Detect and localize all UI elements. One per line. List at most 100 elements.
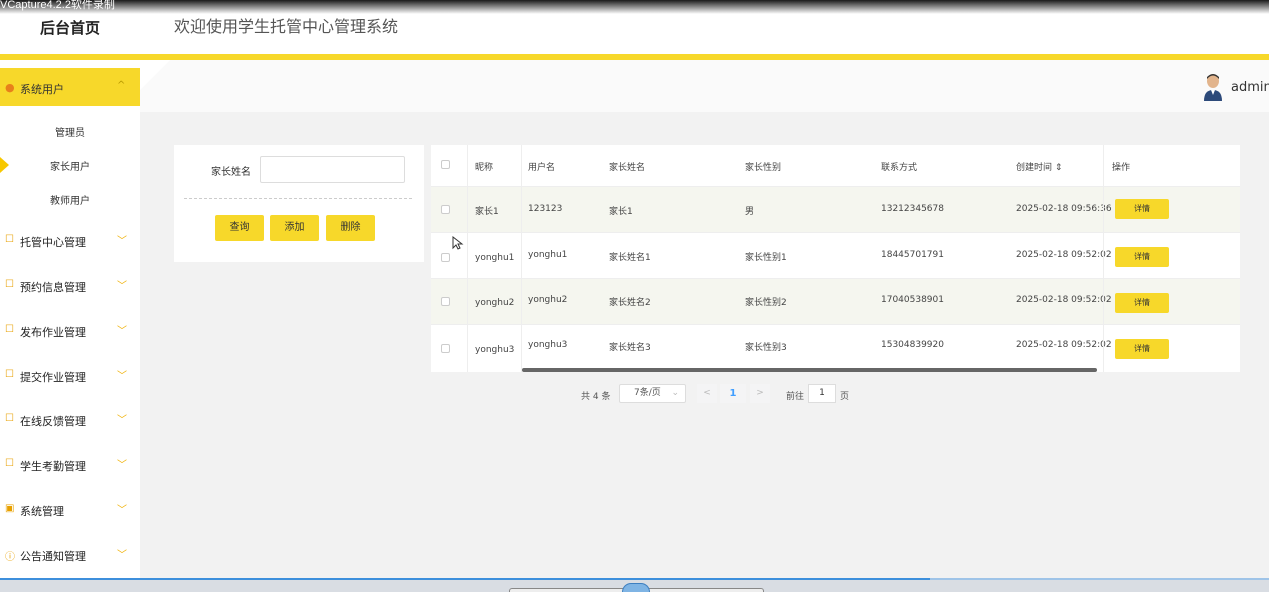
folder-icon: ☐	[5, 458, 14, 469]
add-button[interactable]: 添加	[270, 215, 319, 241]
avatar[interactable]	[1203, 73, 1223, 101]
chevron-down-icon: ⌄	[671, 388, 679, 398]
pager-total: 共 4 条	[581, 392, 611, 402]
chevron-down-icon: ﹀	[117, 460, 127, 471]
table-cell: 13212345678	[881, 204, 944, 214]
sortable-column-header[interactable]: 创建时间 ⇕	[1016, 160, 1062, 173]
taskbar-circle-icon[interactable]	[622, 583, 650, 592]
table-cell: yonghu1	[475, 253, 515, 263]
user-icon: ●	[5, 81, 15, 94]
detail-button[interactable]: 详情	[1115, 247, 1169, 267]
sidebar-item-submit-homework[interactable]: ☐ 提交作业管理 ﹀	[0, 361, 140, 391]
table-cell: 123123	[528, 204, 563, 214]
column-divider	[1103, 145, 1104, 372]
folder-icon: ☐	[5, 234, 14, 245]
detail-button[interactable]: 详情	[1115, 339, 1169, 359]
table-cell: 2025-02-18 09:52:02	[1016, 340, 1112, 350]
table-cell: 家长姓名3	[609, 343, 651, 353]
table-row[interactable]: 家长1 123123 家长1 男 13212345678 2025-02-18 …	[431, 186, 1240, 232]
chevron-down-icon: ﹀	[117, 505, 127, 516]
table-row[interactable]: yonghu2 yonghu2 家长姓名2 家长性别2 17040538901 …	[431, 278, 1240, 324]
row-checkbox[interactable]	[441, 344, 450, 353]
parent-name-input[interactable]	[260, 156, 405, 183]
delete-button[interactable]: 删除	[326, 215, 375, 241]
table-cell: 2025-02-18 09:56:36	[1016, 204, 1112, 214]
image-icon: ▣	[5, 503, 15, 514]
chevron-down-icon: ﹀	[117, 326, 127, 337]
collapse-toggle-icon[interactable]	[140, 60, 170, 90]
page-title: 欢迎使用学生托管中心管理系统	[174, 17, 399, 36]
sidebar-item-label: 系统管理	[20, 505, 64, 518]
column-header: 操作	[1112, 163, 1131, 173]
sidebar-subitem-parent-users[interactable]: 家长用户	[0, 158, 140, 173]
horizontal-scrollbar[interactable]	[522, 368, 1097, 372]
current-page[interactable]: 1	[720, 384, 746, 403]
sidebar-item-feedback[interactable]: ☐ 在线反馈管理 ﹀	[0, 405, 140, 435]
sidebar-item-label: 预约信息管理	[20, 281, 86, 294]
column-header: 家长姓名	[609, 163, 646, 173]
prev-page-button[interactable]: <	[697, 384, 717, 403]
folder-icon: ☐	[5, 369, 14, 380]
goto-suffix: 页	[840, 392, 850, 402]
sidebar-item-label: 系统用户	[20, 83, 64, 96]
progress-track	[930, 578, 1269, 580]
chevron-down-icon: ﹀	[117, 371, 127, 382]
sidebar-item-label: 公告通知管理	[20, 550, 86, 563]
sidebar-item-booking[interactable]: ☐ 预约信息管理 ﹀	[0, 271, 140, 301]
chevron-down-icon: ﹀	[117, 550, 127, 561]
table-cell: 家长1	[475, 207, 499, 217]
table-cell: yonghu2	[528, 295, 568, 305]
detail-button[interactable]: 详情	[1115, 293, 1169, 313]
table-cell: 家长性别2	[745, 298, 787, 308]
divider	[184, 198, 412, 199]
sidebar-item-label: 学生考勤管理	[20, 460, 86, 473]
username[interactable]: admin	[1231, 80, 1269, 95]
progress-indicator	[0, 578, 930, 580]
users-table: 昵称 用户名 家长姓名 家长性别 联系方式 创建时间 ⇕ 操作 家长1 1231…	[431, 145, 1240, 372]
goto-label: 前往	[786, 392, 805, 402]
sidebar-item-label: 提交作业管理	[20, 371, 86, 384]
column-divider	[521, 145, 522, 372]
table-cell: 15304839920	[881, 340, 944, 350]
table-cell: yonghu1	[528, 250, 568, 260]
sidebar-item-label: 发布作业管理	[20, 326, 86, 339]
sidebar-item-publish-homework[interactable]: ☐ 发布作业管理 ﹀	[0, 316, 140, 346]
sidebar-item-label: 托管中心管理	[20, 236, 86, 249]
column-header: 昵称	[475, 163, 494, 173]
top-header: 后台首页 欢迎使用学生托管中心管理系统	[0, 0, 1269, 54]
table-cell: yonghu2	[475, 298, 515, 308]
sidebar-subitem-teacher-users[interactable]: 教师用户	[0, 192, 140, 207]
info-icon: ⓘ	[5, 552, 15, 563]
goto-page-input[interactable]: 1	[808, 384, 836, 403]
row-checkbox[interactable]	[441, 253, 450, 262]
row-checkbox[interactable]	[441, 297, 450, 306]
page-size-select[interactable]: 7条/页 ⌄	[619, 384, 686, 403]
table-cell: 2025-02-18 09:52:02	[1016, 250, 1112, 260]
table-cell: 家长姓名2	[609, 298, 651, 308]
sidebar-item-system-users[interactable]: ● 系统用户 ^	[0, 68, 140, 106]
sidebar-item-center[interactable]: ☐ 托管中心管理 ﹀	[0, 226, 140, 256]
select-all-checkbox[interactable]	[441, 160, 450, 169]
row-checkbox[interactable]	[441, 205, 450, 214]
column-divider	[467, 145, 468, 372]
query-button[interactable]: 查询	[215, 215, 264, 241]
sidebar-subitem-admin[interactable]: 管理员	[0, 124, 140, 139]
table-cell: yonghu3	[475, 345, 515, 355]
detail-button[interactable]: 详情	[1115, 199, 1169, 219]
table-cell: yonghu3	[528, 340, 568, 350]
table-cell: 17040538901	[881, 295, 944, 305]
table-row[interactable]: yonghu1 yonghu1 家长姓名1 家长性别1 18445701791 …	[431, 232, 1240, 278]
table-cell: 18445701791	[881, 250, 944, 260]
table-cell: 家长姓名1	[609, 253, 651, 263]
sidebar-item-label: 在线反馈管理	[20, 415, 86, 428]
table-cell: 2025-02-18 09:52:02	[1016, 295, 1112, 305]
table-cell: 家长性别3	[745, 343, 787, 353]
page-size-value: 7条/页	[634, 388, 661, 398]
sidebar-item-attendance[interactable]: ☐ 学生考勤管理 ﹀	[0, 450, 140, 480]
next-page-button[interactable]: >	[750, 384, 770, 403]
sidebar: ● 系统用户 ^ 管理员 家长用户 教师用户 ☐ 托管中心管理 ﹀ ☐ 预约信息…	[0, 60, 140, 584]
sidebar-item-system[interactable]: ▣ 系统管理 ﹀	[0, 495, 140, 525]
table-row[interactable]: yonghu3 yonghu3 家长姓名3 家长性别3 15304839920 …	[431, 324, 1240, 370]
mouse-cursor-icon	[452, 236, 464, 250]
sidebar-item-notice[interactable]: ⓘ 公告通知管理 ﹀	[0, 540, 140, 570]
